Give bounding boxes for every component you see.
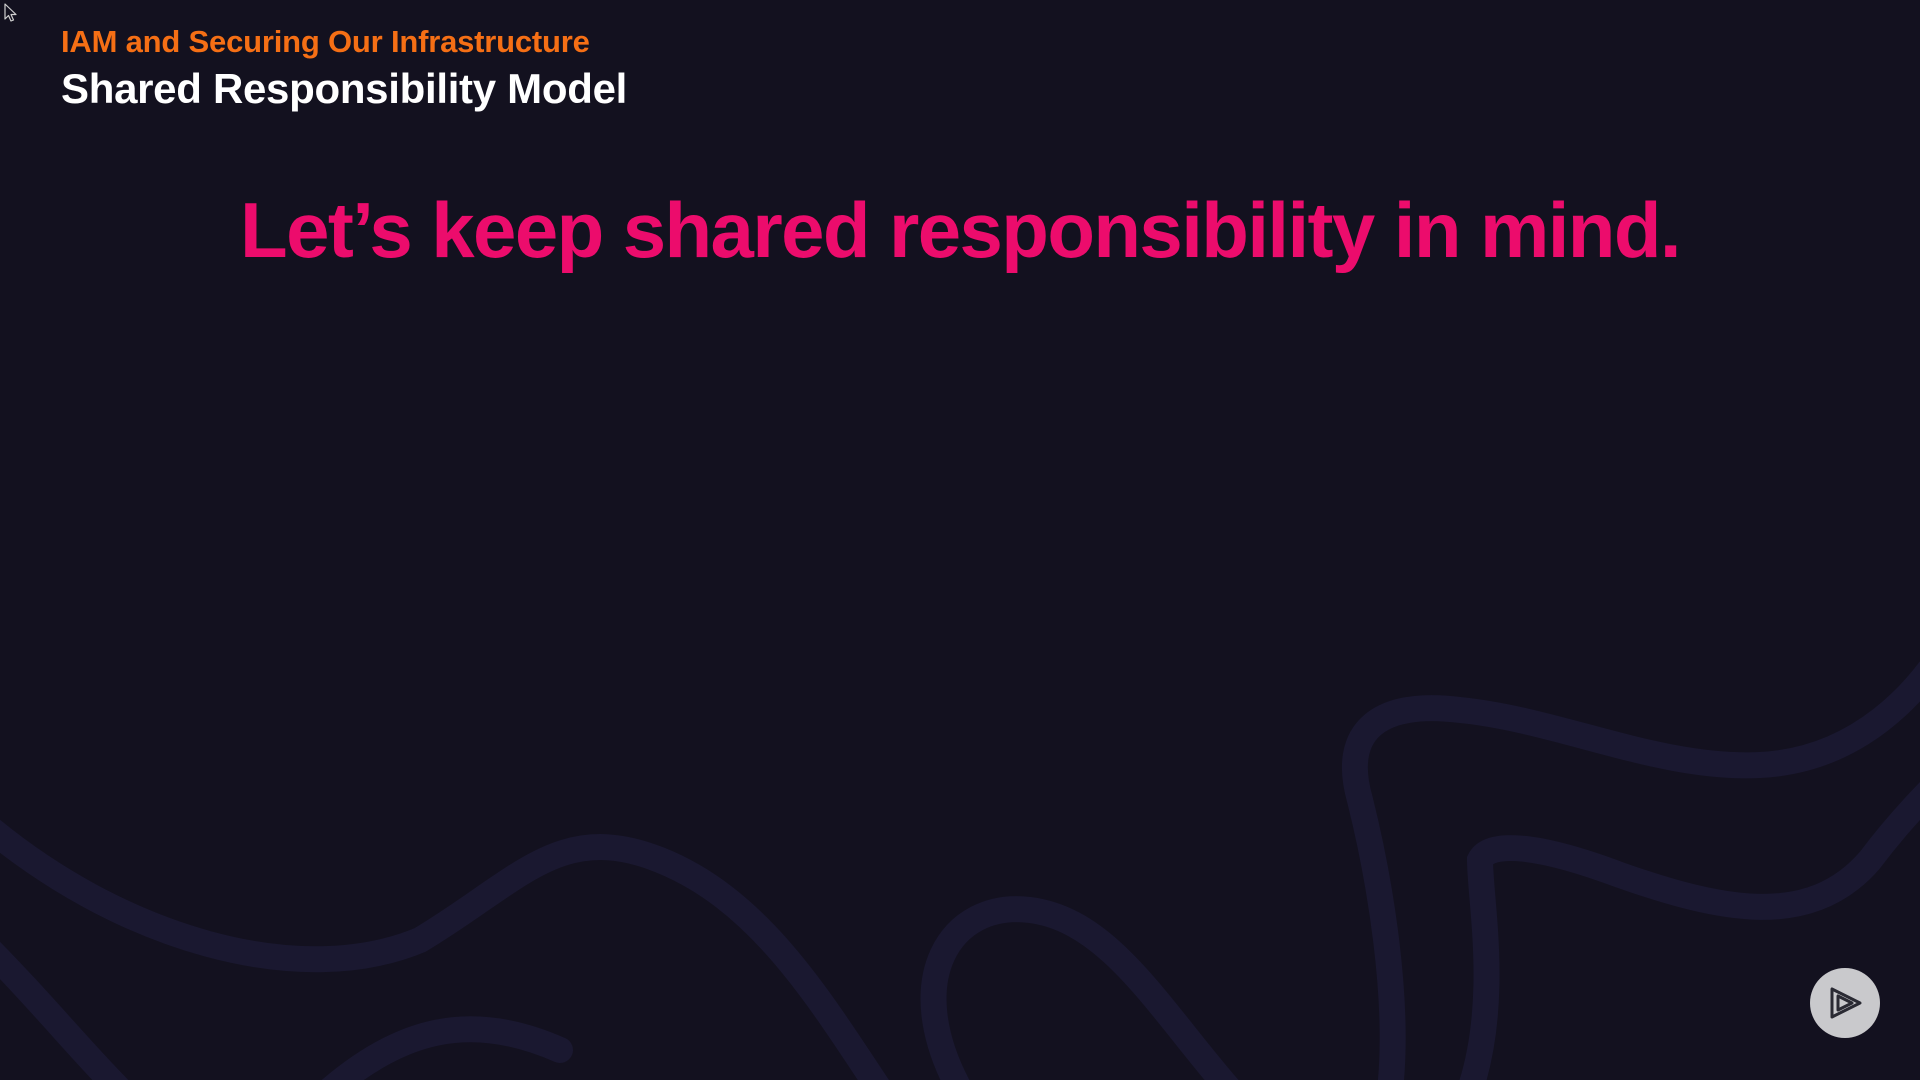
- clip-title: Shared Responsibility Model: [61, 65, 627, 112]
- player-logo-button[interactable]: [1810, 968, 1880, 1038]
- background-waves: [0, 661, 1920, 1080]
- pluralsight-play-icon: [1830, 987, 1862, 1019]
- mouse-pointer-icon: [4, 3, 17, 22]
- slide-headline: Let’s keep shared responsibility in mind…: [240, 186, 1682, 274]
- module-title: IAM and Securing Our Infrastructure: [61, 24, 590, 59]
- presentation-slide: IAM and Securing Our Infrastructure Shar…: [0, 0, 1920, 1080]
- slide-header: IAM and Securing Our Infrastructure Shar…: [61, 22, 627, 114]
